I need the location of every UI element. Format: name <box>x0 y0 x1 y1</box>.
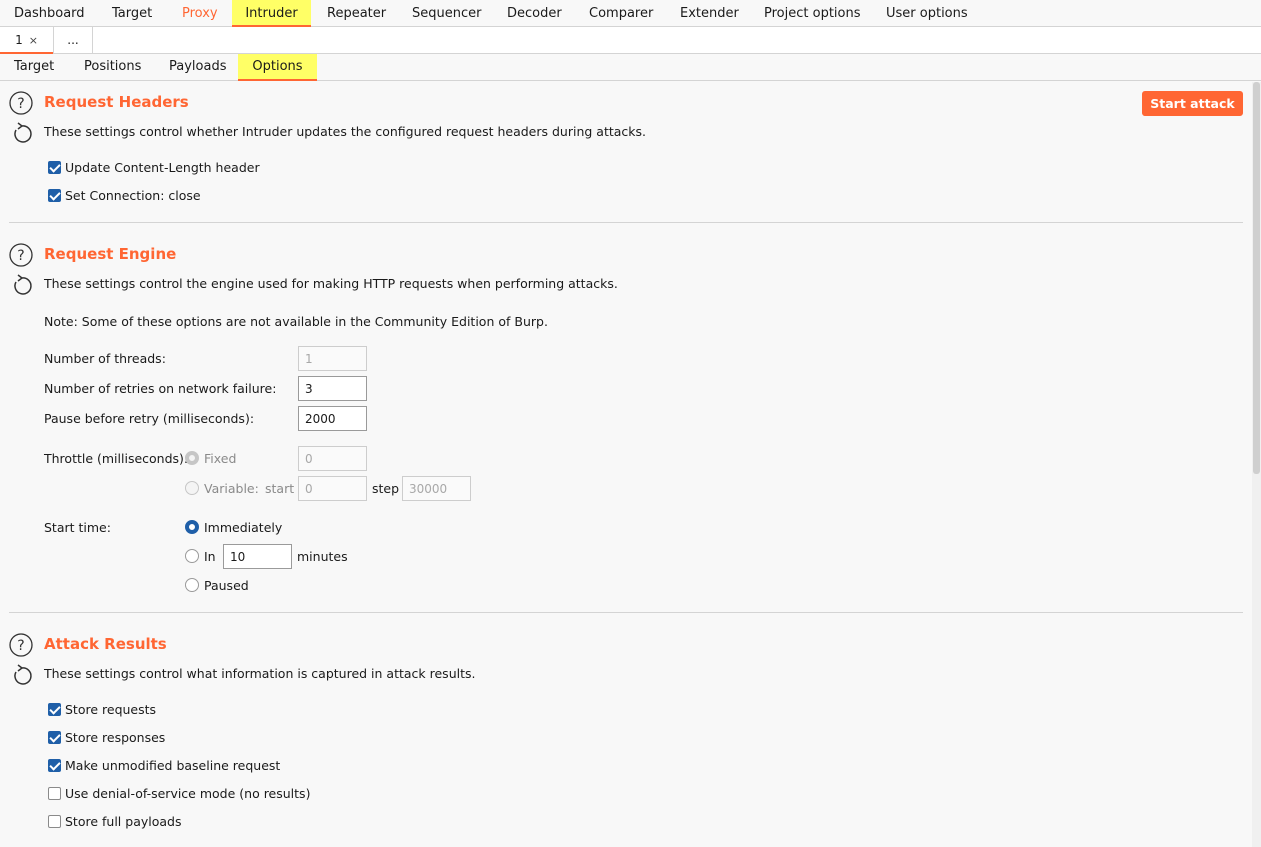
tab-target[interactable]: Target <box>112 0 152 27</box>
throttle-step-input[interactable] <box>402 476 471 501</box>
edition-note: Note: Some of these options are not avai… <box>44 314 548 329</box>
start-in-label: In <box>204 549 216 564</box>
attack-tab-label: 1 <box>15 33 23 47</box>
checkbox-label: Set Connection: close <box>65 188 201 203</box>
start-immediately-label: Immediately <box>204 520 283 535</box>
tab-proxy[interactable]: Proxy <box>182 0 218 27</box>
checkbox-label: Use denial-of-service mode (no results) <box>65 786 311 801</box>
close-icon[interactable]: × <box>29 34 38 47</box>
checkbox-store-responses[interactable] <box>48 731 61 744</box>
checkbox-store-full-payloads[interactable] <box>48 815 61 828</box>
tab-sequencer[interactable]: Sequencer <box>412 0 481 27</box>
throttle-fixed-radio[interactable] <box>185 451 199 465</box>
tab-repeater[interactable]: Repeater <box>327 0 386 27</box>
checkbox-dos-mode[interactable] <box>48 787 61 800</box>
pause-input[interactable] <box>298 406 367 431</box>
section-description: These settings control the engine used f… <box>44 276 618 291</box>
throttle-start-input[interactable] <box>298 476 367 501</box>
throttle-label: Throttle (milliseconds): <box>44 451 189 466</box>
tab-dashboard[interactable]: Dashboard <box>14 0 85 27</box>
section-title-request-headers: Request Headers <box>44 93 189 111</box>
checkbox-label: Store responses <box>65 730 166 745</box>
pause-label: Pause before retry (milliseconds): <box>44 411 255 426</box>
throttle-fixed-label: Fixed <box>204 451 237 466</box>
scrollbar-thumb[interactable] <box>1253 82 1260 474</box>
tab-comparer[interactable]: Comparer <box>589 0 653 27</box>
svg-text:?: ? <box>17 638 24 654</box>
section-description: These settings control what information … <box>44 666 476 681</box>
tab-project-options[interactable]: Project options <box>764 0 861 27</box>
tab-decoder[interactable]: Decoder <box>507 0 562 27</box>
start-immediately-radio[interactable] <box>185 520 199 534</box>
divider <box>9 612 1243 613</box>
throttle-start-label: start <box>265 481 295 496</box>
checkbox-label: Update Content-Length header <box>65 160 260 175</box>
main-tab-bar: Dashboard Target Proxy Intruder Repeater… <box>0 0 1261 27</box>
threads-label: Number of threads: <box>44 351 166 366</box>
help-icon[interactable]: ? <box>9 243 33 267</box>
reset-icon[interactable] <box>10 122 34 146</box>
section-title-attack-results: Attack Results <box>44 635 167 653</box>
minutes-label: minutes <box>297 549 348 564</box>
start-time-label: Start time: <box>44 520 111 535</box>
retries-label: Number of retries on network failure: <box>44 381 277 396</box>
start-in-radio[interactable] <box>185 549 199 563</box>
new-attack-tab[interactable]: ... <box>53 27 93 54</box>
vertical-scrollbar[interactable] <box>1252 82 1261 847</box>
threads-input[interactable] <box>298 346 367 371</box>
tab-intruder[interactable]: Intruder <box>232 0 311 27</box>
checkbox-baseline-request[interactable] <box>48 759 61 772</box>
help-icon[interactable]: ? <box>9 91 33 115</box>
start-paused-radio[interactable] <box>185 578 199 592</box>
throttle-step-label: step <box>372 481 400 496</box>
checkbox-set-connection-close[interactable] <box>48 189 61 202</box>
reset-icon[interactable] <box>10 274 34 298</box>
tab-positions[interactable]: Positions <box>84 54 141 81</box>
tab-extender[interactable]: Extender <box>680 0 739 27</box>
checkbox-store-requests[interactable] <box>48 703 61 716</box>
intruder-sub-tab-bar: Target Positions Payloads Options <box>0 54 1261 81</box>
section-title-request-engine: Request Engine <box>44 245 177 263</box>
tab-positions-target[interactable]: Target <box>14 54 54 81</box>
checkbox-label: Make unmodified baseline request <box>65 758 281 773</box>
svg-text:?: ? <box>17 248 24 264</box>
start-paused-label: Paused <box>204 578 249 593</box>
reset-icon[interactable] <box>10 664 34 688</box>
start-in-minutes-input[interactable] <box>223 544 292 569</box>
throttle-fixed-input[interactable] <box>298 446 367 471</box>
checkbox-update-content-length[interactable] <box>48 161 61 174</box>
throttle-variable-label: Variable: <box>204 481 259 496</box>
start-attack-button[interactable]: Start attack <box>1142 91 1243 116</box>
attack-tab-1[interactable]: 1 × <box>0 27 53 54</box>
section-description: These settings control whether Intruder … <box>44 124 647 139</box>
checkbox-label: Store requests <box>65 702 157 717</box>
attack-tab-bar: 1 × ... <box>0 27 1261 54</box>
tab-options[interactable]: Options <box>238 54 317 81</box>
throttle-variable-radio[interactable] <box>185 481 199 495</box>
svg-text:?: ? <box>17 96 24 112</box>
help-icon[interactable]: ? <box>9 633 33 657</box>
retries-input[interactable] <box>298 376 367 401</box>
divider <box>9 222 1243 223</box>
tab-user-options[interactable]: User options <box>886 0 968 27</box>
checkbox-label: Store full payloads <box>65 814 182 829</box>
tab-payloads[interactable]: Payloads <box>169 54 226 81</box>
